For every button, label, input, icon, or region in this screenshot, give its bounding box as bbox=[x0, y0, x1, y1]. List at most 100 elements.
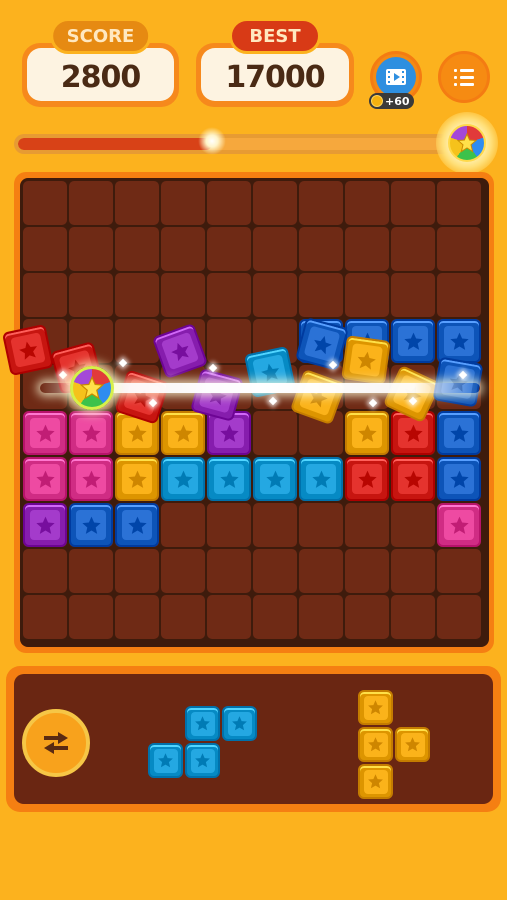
grid-cell[interactable] bbox=[69, 595, 113, 639]
grid-cell[interactable] bbox=[115, 365, 159, 409]
grid-cell[interactable] bbox=[115, 549, 159, 593]
tray-piece[interactable] bbox=[358, 690, 469, 801]
block-yellow bbox=[395, 727, 430, 762]
block-face bbox=[363, 732, 388, 757]
grid-cell[interactable] bbox=[207, 595, 251, 639]
grid-cell[interactable] bbox=[115, 181, 159, 225]
block-cyan bbox=[161, 457, 205, 501]
grid-cell[interactable] bbox=[299, 227, 343, 271]
block-blue bbox=[391, 319, 435, 363]
grid-cell[interactable] bbox=[391, 365, 435, 409]
grid-cell[interactable] bbox=[299, 549, 343, 593]
grid-cell[interactable] bbox=[207, 181, 251, 225]
grid-cell[interactable] bbox=[207, 227, 251, 271]
rainbow-star-ball-icon bbox=[448, 124, 486, 162]
grid-cell[interactable] bbox=[23, 595, 67, 639]
grid-cell[interactable] bbox=[437, 595, 481, 639]
grid-cell[interactable] bbox=[299, 273, 343, 317]
tray-piece[interactable] bbox=[148, 706, 259, 817]
grid-cell[interactable] bbox=[391, 595, 435, 639]
grid-cell[interactable] bbox=[391, 227, 435, 271]
grid-cell[interactable] bbox=[437, 227, 481, 271]
grid-cell[interactable] bbox=[23, 319, 67, 363]
block-face bbox=[214, 464, 244, 494]
grid-cell[interactable] bbox=[345, 273, 389, 317]
grid-cell[interactable] bbox=[23, 227, 67, 271]
grid-cell[interactable] bbox=[161, 273, 205, 317]
grid-cell[interactable] bbox=[161, 503, 205, 547]
grid-cell[interactable] bbox=[23, 273, 67, 317]
grid-cell[interactable] bbox=[207, 319, 251, 363]
grid-cell[interactable] bbox=[299, 181, 343, 225]
star-icon bbox=[35, 424, 55, 442]
grid-cell[interactable] bbox=[391, 273, 435, 317]
star-icon bbox=[368, 737, 383, 752]
board-grid[interactable] bbox=[20, 178, 489, 647]
grid-cell[interactable] bbox=[437, 181, 481, 225]
block-face bbox=[352, 326, 382, 356]
grid-cell[interactable] bbox=[253, 595, 297, 639]
grid-cell[interactable] bbox=[345, 549, 389, 593]
grid-cell[interactable] bbox=[69, 365, 113, 409]
grid-cell[interactable] bbox=[69, 181, 113, 225]
grid-cell[interactable] bbox=[161, 319, 205, 363]
grid-cell[interactable] bbox=[345, 227, 389, 271]
block-cyan bbox=[253, 457, 297, 501]
grid-cell[interactable] bbox=[345, 503, 389, 547]
grid-cell[interactable] bbox=[69, 273, 113, 317]
block-face bbox=[306, 326, 336, 356]
grid-cell[interactable] bbox=[69, 549, 113, 593]
grid-cell[interactable] bbox=[299, 411, 343, 455]
block-blue bbox=[437, 457, 481, 501]
grid-cell[interactable] bbox=[23, 181, 67, 225]
grid-cell[interactable] bbox=[207, 503, 251, 547]
grid-cell[interactable] bbox=[253, 227, 297, 271]
star-icon bbox=[173, 470, 193, 488]
grid-cell[interactable] bbox=[437, 549, 481, 593]
grid-cell[interactable] bbox=[253, 503, 297, 547]
grid-cell[interactable] bbox=[161, 365, 205, 409]
grid-cell[interactable] bbox=[345, 595, 389, 639]
grid-cell[interactable] bbox=[115, 227, 159, 271]
grid-cell[interactable] bbox=[161, 549, 205, 593]
menu-button[interactable] bbox=[438, 51, 490, 103]
grid-cell[interactable] bbox=[161, 595, 205, 639]
star-icon bbox=[449, 516, 469, 534]
grid-cell[interactable] bbox=[161, 181, 205, 225]
grid-cell[interactable] bbox=[115, 595, 159, 639]
grid-cell[interactable] bbox=[115, 273, 159, 317]
grid-cell[interactable] bbox=[299, 365, 343, 409]
grid-cell[interactable] bbox=[253, 181, 297, 225]
grid-cell[interactable] bbox=[437, 273, 481, 317]
grid-cell[interactable] bbox=[391, 181, 435, 225]
block-pink bbox=[23, 411, 67, 455]
grid-cell[interactable] bbox=[253, 549, 297, 593]
grid-cell[interactable] bbox=[253, 319, 297, 363]
swap-pieces-button[interactable] bbox=[22, 709, 90, 777]
grid-cell[interactable] bbox=[299, 595, 343, 639]
grid-cell[interactable] bbox=[23, 365, 67, 409]
grid-cell[interactable] bbox=[161, 227, 205, 271]
grid-cell[interactable] bbox=[207, 365, 251, 409]
score-value: 2800 bbox=[60, 60, 141, 95]
grid-cell[interactable] bbox=[253, 273, 297, 317]
block-cyan bbox=[185, 706, 220, 741]
grid-cell[interactable] bbox=[115, 319, 159, 363]
grid-cell[interactable] bbox=[69, 319, 113, 363]
star-icon bbox=[127, 424, 147, 442]
grid-cell[interactable] bbox=[207, 273, 251, 317]
best-card-inner: 17000 bbox=[201, 48, 349, 101]
grid-cell[interactable] bbox=[391, 503, 435, 547]
grid-cell[interactable] bbox=[207, 549, 251, 593]
grid-cell[interactable] bbox=[345, 181, 389, 225]
star-icon bbox=[195, 753, 210, 768]
grid-cell[interactable] bbox=[345, 365, 389, 409]
grid-cell[interactable] bbox=[299, 503, 343, 547]
block-blue bbox=[299, 319, 343, 363]
grid-cell[interactable] bbox=[253, 365, 297, 409]
grid-cell[interactable] bbox=[23, 549, 67, 593]
grid-cell[interactable] bbox=[391, 549, 435, 593]
grid-cell[interactable] bbox=[437, 365, 481, 409]
grid-cell[interactable] bbox=[69, 227, 113, 271]
grid-cell[interactable] bbox=[253, 411, 297, 455]
